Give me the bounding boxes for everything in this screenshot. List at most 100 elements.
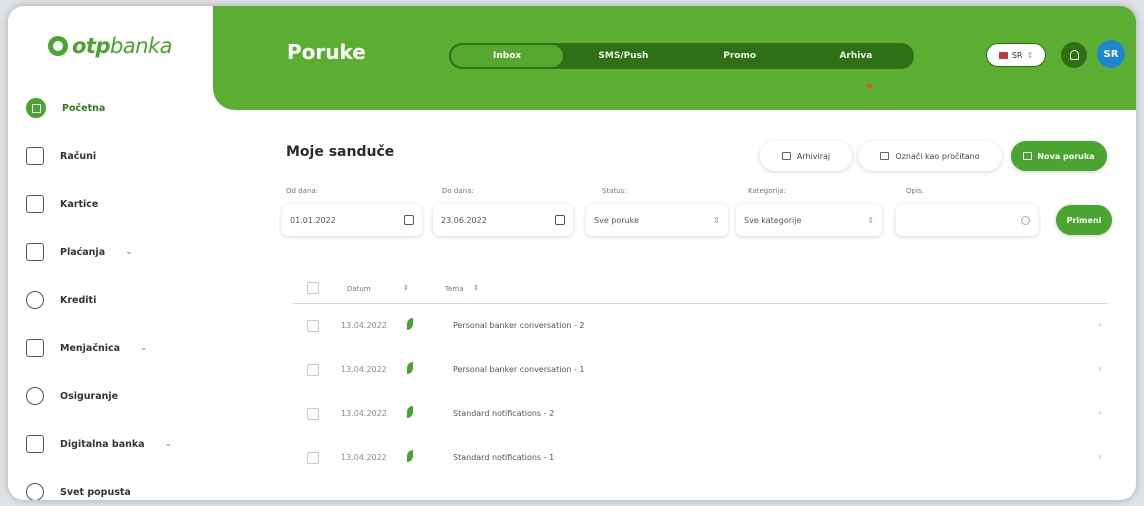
calendar-icon[interactable] bbox=[555, 215, 565, 225]
table-row[interactable]: 13.04.2022 Standard notifications - 1 › bbox=[293, 438, 1108, 482]
mark-read-button[interactable]: Označi kao pročitano bbox=[858, 141, 1002, 171]
updown-arrows-icon: ⇕ bbox=[1026, 50, 1034, 60]
chevron-down-icon[interactable]: ⌄ bbox=[165, 439, 173, 449]
row-checkbox[interactable] bbox=[307, 364, 319, 376]
apply-button[interactable]: Primeni bbox=[1056, 205, 1112, 235]
payments-icon bbox=[26, 243, 44, 261]
new-message-button-label: Nova poruka bbox=[1037, 151, 1095, 161]
sidebar-item-label: Krediti bbox=[60, 294, 97, 306]
chevron-right-icon[interactable]: › bbox=[1098, 318, 1102, 331]
sidebar-item-osiguranje[interactable]: Osiguranje bbox=[22, 372, 212, 420]
from-date-field[interactable]: 01.01.2022 bbox=[282, 204, 422, 236]
language-select[interactable]: SR ⇕ bbox=[986, 43, 1046, 67]
tab-inbox[interactable]: Inbox bbox=[451, 45, 564, 67]
table-row[interactable]: 13.04.2022 Standard notifications - 2 › bbox=[293, 394, 1108, 438]
otp-leaf-icon bbox=[407, 406, 413, 418]
tab-sms-push[interactable]: SMS/Push bbox=[567, 45, 679, 67]
section-title: Moje sanduče bbox=[286, 144, 395, 160]
row-subject: Standard notifications - 2 bbox=[453, 409, 555, 418]
sidebar-item-kartice[interactable]: Kartice bbox=[22, 180, 212, 228]
chevron-right-icon[interactable]: › bbox=[1098, 406, 1102, 419]
row-checkbox[interactable] bbox=[307, 452, 319, 464]
tab-arhiva[interactable]: Arhiva bbox=[800, 45, 912, 67]
row-date: 13.04.2022 bbox=[341, 453, 387, 462]
envelope-icon bbox=[1023, 152, 1033, 160]
notifications-button[interactable] bbox=[1061, 42, 1087, 68]
row-checkbox[interactable] bbox=[307, 408, 319, 420]
search-label: Opis: bbox=[906, 187, 924, 195]
sidebar-item-digitalna-banka[interactable]: Digitalna banka ⌄ bbox=[22, 420, 212, 468]
sidebar-item-label: Menjačnica bbox=[60, 342, 121, 354]
sidebar-item-pocetna[interactable]: Početna bbox=[22, 84, 212, 132]
archive-button[interactable]: Arhiviraj bbox=[760, 141, 852, 171]
card-icon bbox=[26, 195, 44, 213]
date-column-header[interactable]: Datum bbox=[347, 285, 371, 293]
from-date-label: Od dana: bbox=[286, 187, 318, 195]
subject-column-header[interactable]: Tema bbox=[445, 285, 464, 293]
digital-bank-icon bbox=[26, 435, 44, 453]
tab-promo[interactable]: Promo bbox=[684, 45, 796, 67]
home-icon bbox=[26, 98, 46, 118]
mark-read-button-label: Označi kao pročitano bbox=[895, 151, 980, 161]
chevron-down-icon[interactable]: ⌄ bbox=[140, 343, 148, 353]
insurance-icon bbox=[26, 387, 44, 405]
row-date: 13.04.2022 bbox=[341, 365, 387, 374]
logo-mark-icon bbox=[48, 36, 68, 56]
sidebar-item-krediti[interactable]: Krediti bbox=[22, 276, 212, 324]
to-date-value: 23.06.2022 bbox=[441, 215, 487, 225]
row-checkbox[interactable] bbox=[307, 320, 319, 332]
chevron-right-icon[interactable]: › bbox=[1098, 450, 1102, 463]
otp-banka-logo[interactable]: otpbanka bbox=[48, 32, 173, 60]
sidebar-item-menjacnica[interactable]: Menjačnica ⌄ bbox=[22, 324, 212, 372]
to-date-field[interactable]: 23.06.2022 bbox=[433, 204, 573, 236]
chevron-down-icon[interactable]: ⌄ bbox=[125, 247, 133, 257]
accounts-icon bbox=[26, 147, 44, 165]
notification-dot bbox=[867, 84, 872, 89]
sidebar-item-label: Digitalna banka bbox=[60, 438, 145, 450]
category-select[interactable]: Sve kategorije ⇕ bbox=[736, 204, 882, 236]
apply-button-label: Primeni bbox=[1066, 215, 1102, 225]
row-subject: Standard notifications - 1 bbox=[453, 453, 555, 462]
search-icon bbox=[1021, 215, 1030, 225]
row-subject: Personal banker conversation - 1 bbox=[453, 365, 585, 374]
sidebar-item-label: Svet popusta bbox=[60, 486, 131, 498]
status-select[interactable]: Sve poruke ⇕ bbox=[586, 204, 728, 236]
row-subject: Personal banker conversation - 2 bbox=[453, 321, 585, 330]
table-header: Datum ⇕ Tema ⇕ bbox=[293, 276, 1108, 304]
sidebar-item-svet-popusta[interactable]: Svet popusta bbox=[22, 468, 212, 500]
loans-icon bbox=[26, 291, 44, 309]
sidebar-item-label: Plaćanja bbox=[60, 246, 106, 258]
chevron-right-icon[interactable]: › bbox=[1098, 362, 1102, 375]
table-row[interactable]: 13.04.2022 Personal banker conversation … bbox=[293, 306, 1108, 350]
status-value: Sve poruke bbox=[594, 215, 639, 225]
sort-icon[interactable]: ⇕ bbox=[473, 284, 479, 292]
otp-leaf-icon bbox=[407, 318, 413, 330]
otp-leaf-icon bbox=[407, 362, 413, 374]
updown-arrows-icon: ⇕ bbox=[713, 215, 720, 225]
sidebar-item-label: Računi bbox=[60, 150, 97, 162]
calendar-icon[interactable] bbox=[404, 215, 414, 225]
sidebar-item-placanja[interactable]: Plaćanja ⌄ bbox=[22, 228, 212, 276]
row-date: 13.04.2022 bbox=[341, 321, 387, 330]
language-code: SR bbox=[1011, 50, 1023, 60]
search-input[interactable] bbox=[896, 204, 1038, 236]
from-date-value: 01.01.2022 bbox=[290, 215, 336, 225]
new-message-button[interactable]: Nova poruka bbox=[1011, 141, 1107, 171]
sort-icon[interactable]: ⇕ bbox=[403, 284, 409, 292]
sidebar-item-racuni[interactable]: Računi bbox=[22, 132, 212, 180]
avatar[interactable]: SR bbox=[1097, 40, 1125, 68]
row-date: 13.04.2022 bbox=[341, 409, 387, 418]
select-all-checkbox[interactable] bbox=[307, 282, 319, 294]
sidebar: otpbanka Početna Računi Kartice Plaćanja… bbox=[8, 6, 213, 500]
sidebar-item-label: Početna bbox=[62, 102, 106, 114]
message-tabs: Inbox SMS/Push Promo Arhiva bbox=[449, 43, 914, 69]
envelope-open-icon bbox=[880, 152, 890, 160]
logo-text: otpbanka bbox=[72, 34, 173, 58]
exchange-icon bbox=[26, 339, 44, 357]
page-title: Poruke bbox=[287, 40, 366, 64]
discount-tag-icon bbox=[26, 483, 44, 500]
otp-leaf-icon bbox=[407, 450, 413, 462]
updown-arrows-icon: ⇕ bbox=[867, 215, 874, 225]
archive-button-label: Arhiviraj bbox=[796, 151, 831, 161]
table-row[interactable]: 13.04.2022 Personal banker conversation … bbox=[293, 350, 1108, 394]
